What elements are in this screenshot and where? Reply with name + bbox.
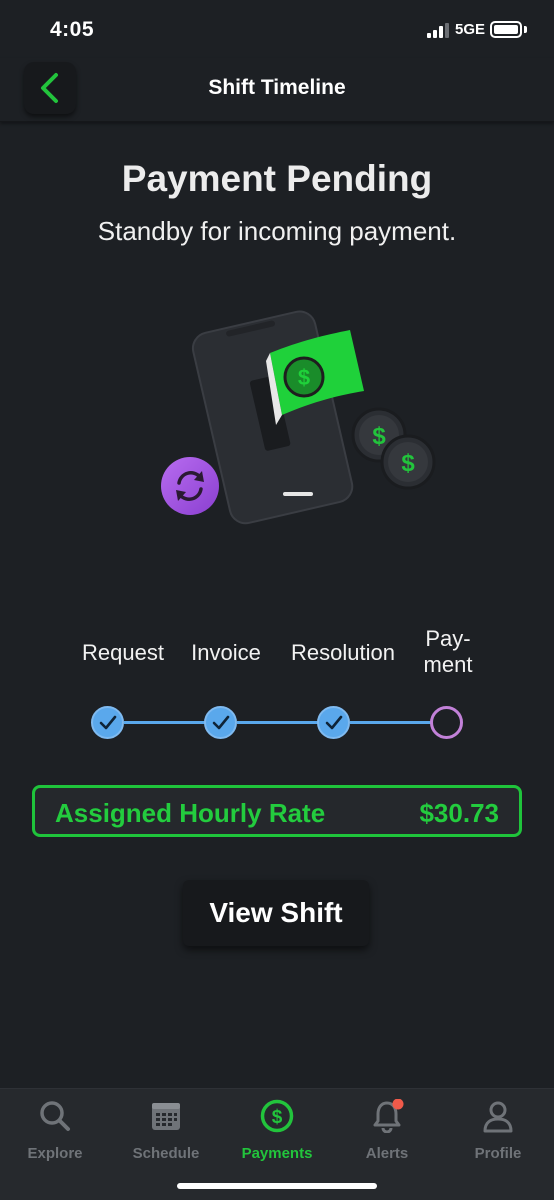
svg-text:$: $ xyxy=(401,450,415,477)
nav-label-profile: Profile xyxy=(474,1145,522,1162)
battery-cap xyxy=(524,26,527,33)
app-header: Shift Timeline xyxy=(0,58,554,122)
step-payment-pending xyxy=(430,706,463,739)
status-time: 4:05 xyxy=(50,18,95,41)
step-label-payment: Pay-ment xyxy=(423,626,473,677)
page-title: Payment Pending xyxy=(121,158,433,199)
view-shift-button[interactable]: View Shift xyxy=(183,880,369,946)
step-label-request: Request xyxy=(82,640,164,665)
checkmark-icon xyxy=(212,715,229,729)
nav-item-profile[interactable]: Profile xyxy=(448,1097,548,1167)
svg-text:$: $ xyxy=(298,365,310,390)
refresh-icon xyxy=(161,457,219,515)
network-type: 5GE xyxy=(455,21,486,38)
payment-illustration: $ $ $ xyxy=(161,310,436,525)
step-connector xyxy=(124,721,206,724)
calendar-icon xyxy=(152,1103,180,1130)
hourly-rate-label: Assigned Hourly Rate xyxy=(55,798,326,828)
nav-label-payments: Payments xyxy=(241,1145,313,1162)
nav-item-payments[interactable]: $ Payments xyxy=(227,1097,327,1167)
battery-icon xyxy=(490,21,522,38)
bell-icon xyxy=(373,1099,404,1133)
hourly-rate-box: Assigned Hourly Rate $30.73 xyxy=(32,785,522,837)
alert-badge xyxy=(392,1099,404,1110)
step-request-complete xyxy=(91,706,124,739)
search-icon xyxy=(40,1101,70,1131)
step-label-invoice: Invoice xyxy=(191,640,261,665)
nav-item-alerts[interactable]: Alerts xyxy=(337,1097,437,1167)
nav-label-alerts: Alerts xyxy=(365,1145,409,1162)
signal-icon xyxy=(427,22,449,38)
home-indicator[interactable] xyxy=(177,1183,377,1189)
nav-item-explore[interactable]: Explore xyxy=(5,1097,105,1167)
status-bar: 4:05 5GE xyxy=(0,0,554,58)
step-invoice-complete xyxy=(204,706,237,739)
checkmark-icon xyxy=(325,715,342,729)
dollar-coin-icon: $ $ xyxy=(351,407,436,490)
svg-text:$: $ xyxy=(272,1107,283,1128)
step-connector xyxy=(237,721,319,724)
nav-item-schedule[interactable]: Schedule xyxy=(116,1097,216,1167)
page-subtitle: Standby for incoming payment. xyxy=(97,216,457,246)
nav-label-explore: Explore xyxy=(27,1145,83,1162)
header-title: Shift Timeline xyxy=(208,76,346,99)
dollar-circle-icon: $ xyxy=(260,1099,294,1133)
svg-text:$: $ xyxy=(372,423,386,450)
hourly-rate-value: $30.73 xyxy=(419,798,499,828)
nav-label-schedule: Schedule xyxy=(132,1145,200,1162)
step-label-resolution: Resolution xyxy=(291,640,395,665)
checkmark-icon xyxy=(99,715,116,729)
step-connector xyxy=(350,721,432,724)
person-icon xyxy=(483,1101,513,1133)
step-resolution-complete xyxy=(317,706,350,739)
